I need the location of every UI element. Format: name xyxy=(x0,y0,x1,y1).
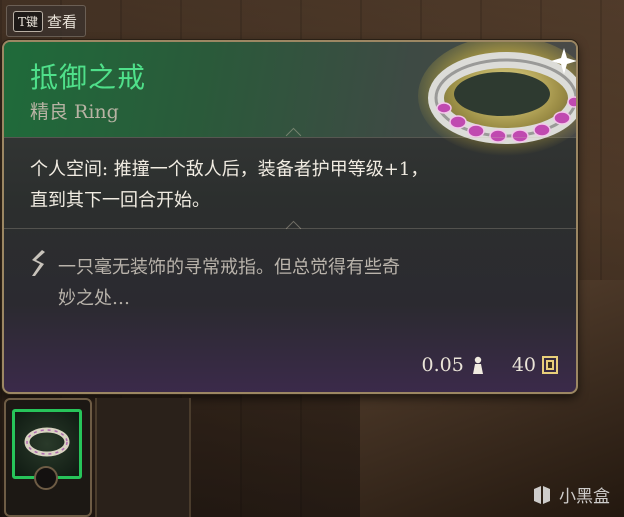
peek-key-badge: T键 xyxy=(13,10,44,32)
item-stats: 0.05 40 xyxy=(421,354,558,376)
watermark-text: 小黑盒 xyxy=(559,487,610,507)
weight-icon xyxy=(472,356,483,374)
item-subtitle: 精良 Ring xyxy=(30,101,119,123)
equipment-panel-edge xyxy=(95,398,191,517)
peek-label: 查看 xyxy=(47,12,78,31)
slot-socket xyxy=(34,466,58,490)
peek-hint[interactable]: T键 查看 xyxy=(6,5,87,37)
heybox-logo-icon xyxy=(534,485,550,504)
item-flavor: 一只毫无装饰的寻常戒指。但总觉得有些奇妙之处… xyxy=(58,257,400,309)
item-name: 抵御之戒 xyxy=(30,61,147,94)
item-description: 个人空间: 推撞一个敌人后，装备者护甲等级+1，直到其下一回合开始。 xyxy=(30,159,429,211)
flavor-notch xyxy=(285,220,302,237)
watermark: 小黑盒 xyxy=(531,482,610,507)
item-weight: 0.05 xyxy=(421,354,464,376)
item-tooltip: 抵御之戒 精良 Ring 个人空间: 推撞一个敌人后，装备者护甲等级+1，直到其… xyxy=(2,40,578,394)
item-value: 40 xyxy=(511,354,536,376)
gold-coin-icon xyxy=(542,356,558,374)
quill-icon xyxy=(32,250,45,276)
ring-art xyxy=(418,42,576,156)
